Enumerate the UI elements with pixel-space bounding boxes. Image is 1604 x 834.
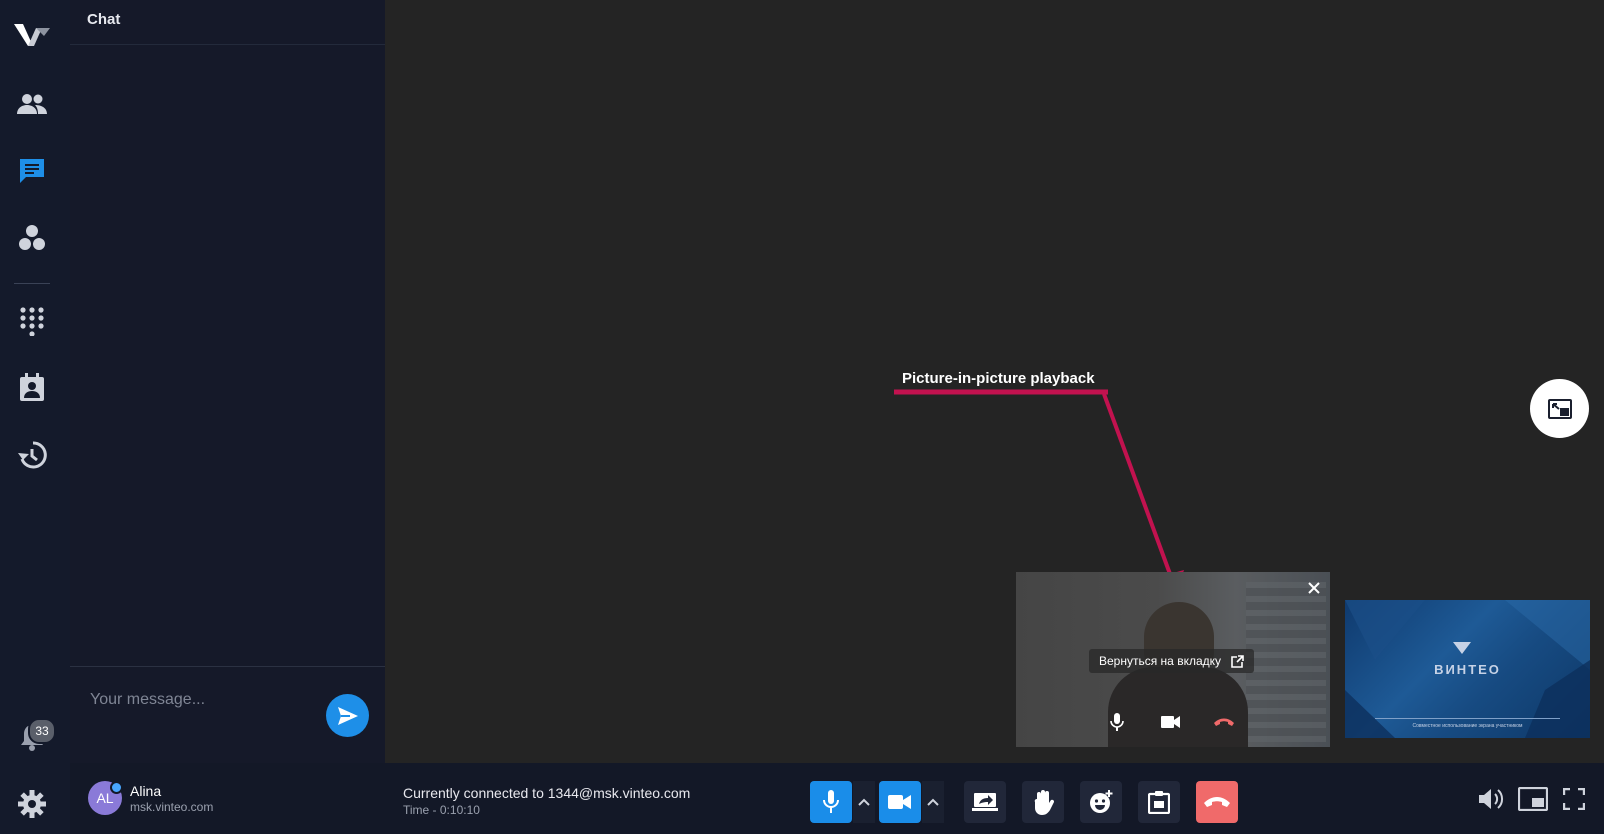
clipboard-icon [1148,791,1170,814]
bottom-call-bar: AL Alina msk.vinteo.com Currently connec… [70,763,1604,834]
screen-share-logo-text: ВИНТЕО [1434,662,1501,677]
annotation-label: Picture-in-picture playback [902,370,1095,387]
presentation-button[interactable] [1138,781,1180,823]
camera-icon [888,795,911,809]
groups-icon[interactable] [15,221,49,255]
picture-in-picture-icon [1547,398,1572,419]
screen-share-icon [972,793,998,811]
return-to-tab-label: Вернуться на вкладку [1099,654,1222,668]
pip-video-window[interactable]: Вернуться на вкладку [1016,572,1330,747]
left-nav-rail: 33 [0,0,70,834]
user-name: Alina [130,783,162,799]
chevron-up-icon [927,798,939,806]
chevron-up-icon [858,798,870,806]
pip-close-icon[interactable] [1306,580,1322,596]
picture-in-picture-icon [1518,787,1548,811]
open-external-icon [1231,654,1244,668]
return-to-tab-button[interactable]: Вернуться на вкладку [1089,649,1255,673]
participants-icon[interactable] [15,87,49,121]
call-time: Time - 0:10:10 [403,803,480,817]
pip-camera-button[interactable] [1156,710,1186,734]
vinteo-logo [14,24,50,46]
reactions-button[interactable] [1080,781,1122,823]
hangup-icon [1204,797,1230,807]
fullscreen-button[interactable] [1559,785,1589,813]
chat-message-input[interactable] [88,687,312,713]
notifications-badge: 33 [28,718,56,744]
chat-composer [70,666,385,764]
camera-options-button[interactable] [922,781,944,823]
send-icon [337,706,358,725]
history-icon[interactable] [15,438,49,472]
user-domain: msk.vinteo.com [130,800,214,814]
sidebar-divider [14,283,50,284]
connection-status: Currently connected to 1344@msk.vinteo.c… [403,785,691,801]
volume-button[interactable] [1476,785,1506,813]
chat-panel: Chat [70,0,385,764]
microphone-options-button[interactable] [853,781,875,823]
pip-hangup-button[interactable] [1209,710,1239,734]
camera-icon [1161,716,1180,728]
camera-button[interactable] [879,781,921,823]
screen-share-thumbnail[interactable]: ВИНТЕО Совместное использование экрана у… [1345,600,1590,738]
hangup-icon [1214,718,1234,726]
settings-gear-icon[interactable] [15,787,49,821]
microphone-icon [823,790,839,813]
volume-icon [1479,789,1504,809]
hangup-button[interactable] [1196,781,1238,823]
fullscreen-icon [1563,788,1585,810]
contacts-icon[interactable] [15,371,49,405]
raise-hand-icon [1034,790,1054,815]
raise-hand-button[interactable] [1022,781,1064,823]
microphone-icon [1110,713,1124,731]
pip-background-shelf [1246,582,1326,742]
send-button[interactable] [326,694,369,737]
layout-button[interactable] [1518,785,1548,813]
microphone-button[interactable] [810,781,852,823]
screen-share-caption: Совместное использование экрана участник… [1375,718,1560,735]
pip-participant-body [1108,667,1248,747]
chat-icon[interactable] [15,154,49,188]
share-screen-button[interactable] [964,781,1006,823]
dialpad-icon[interactable] [15,304,49,338]
chat-title: Chat [70,0,385,45]
pip-mic-button[interactable] [1102,710,1132,734]
presence-status-dot [110,781,123,794]
emoji-add-icon [1090,790,1113,813]
pip-toggle-button[interactable] [1530,379,1589,438]
